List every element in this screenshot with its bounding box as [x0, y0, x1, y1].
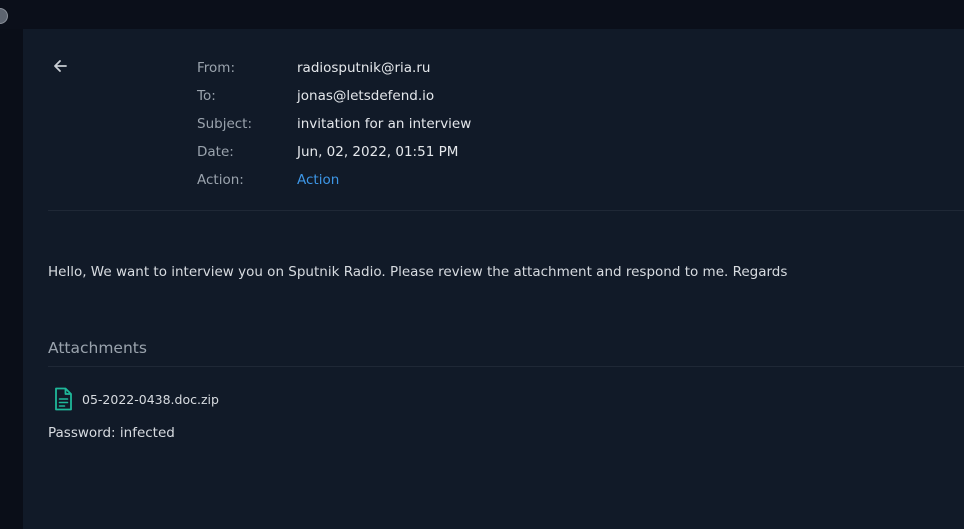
email-view-panel: From: radiosputnik@ria.ru To: jonas@lets…	[23, 29, 964, 529]
from-value: radiosputnik@ria.ru	[297, 60, 431, 76]
attachments-heading: Attachments	[48, 339, 147, 357]
to-value: jonas@letsdefend.io	[297, 88, 435, 104]
to-label: To:	[197, 88, 216, 104]
top-bar	[0, 0, 964, 29]
password-note: Password: infected	[48, 425, 175, 441]
date-label: Date:	[197, 144, 234, 160]
left-sidebar-strip	[0, 29, 23, 529]
attachment-filename[interactable]: 05-2022-0438.doc.zip	[82, 392, 219, 407]
subject-label: Subject:	[197, 116, 253, 132]
attachment-item[interactable]: 05-2022-0438.doc.zip	[53, 386, 219, 412]
email-body: Hello, We want to interview you on Sputn…	[48, 264, 788, 280]
action-link[interactable]: Action	[297, 171, 339, 189]
action-label: Action:	[197, 172, 244, 188]
date-value: Jun, 02, 2022, 01:51 PM	[297, 144, 459, 160]
window-control-icon[interactable]	[0, 8, 8, 24]
back-arrow-icon[interactable]	[52, 58, 68, 74]
attachments-divider	[48, 366, 964, 367]
file-icon	[53, 387, 73, 411]
from-label: From:	[197, 60, 235, 76]
header-divider	[48, 210, 964, 211]
subject-value: invitation for an interview	[297, 116, 472, 132]
